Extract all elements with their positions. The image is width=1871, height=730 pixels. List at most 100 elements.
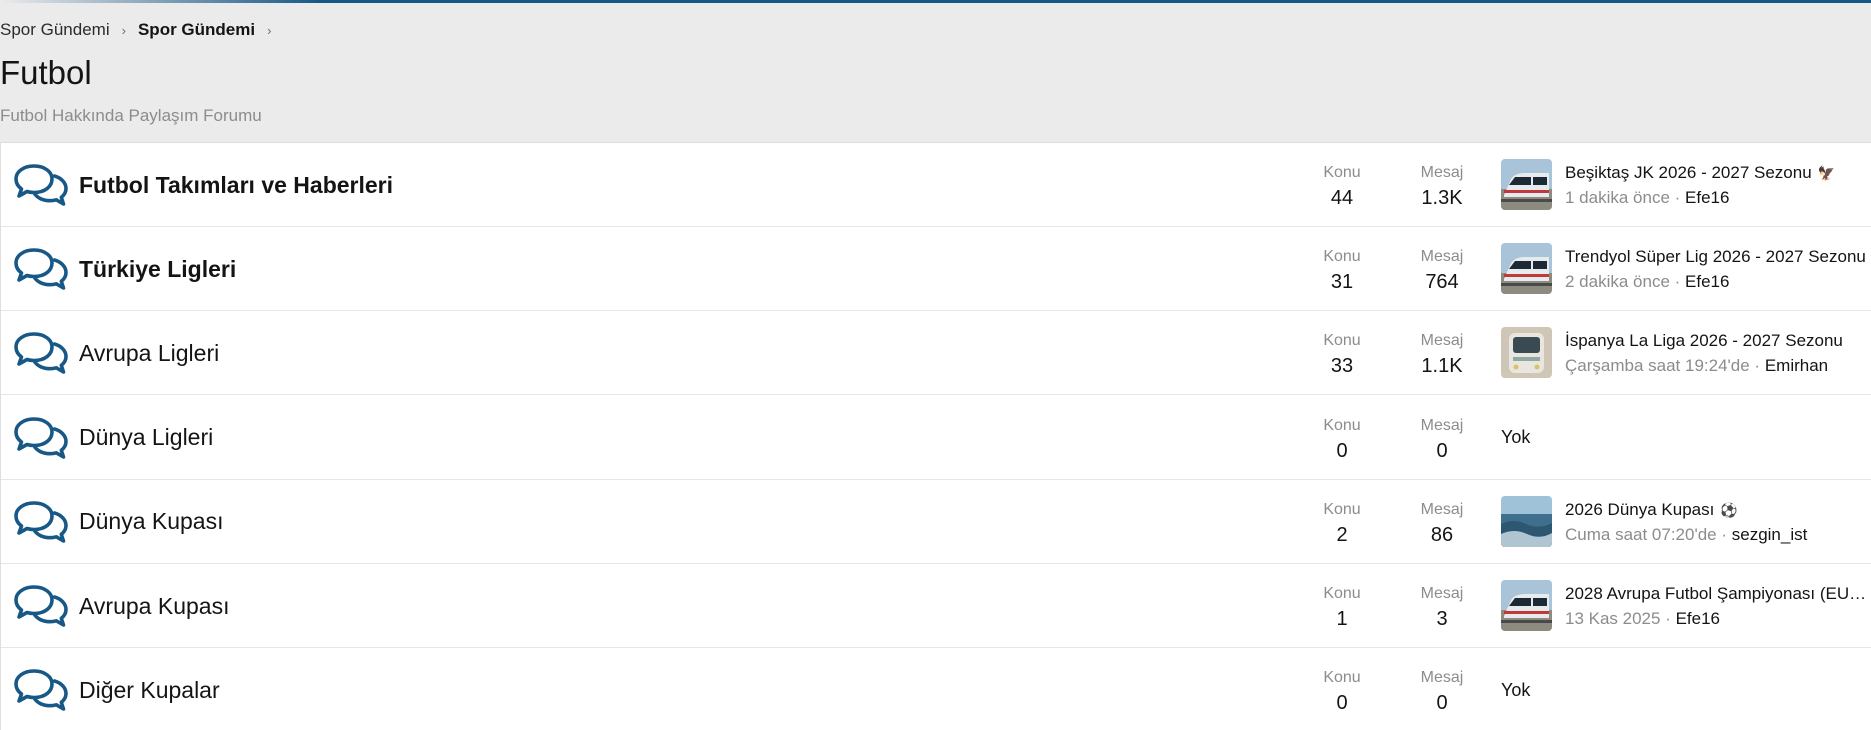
forum-node-row: Futbol Takımları ve Haberleri Konu 44 Mesaj…	[1, 143, 1871, 227]
thread-count-label: Konu	[1323, 248, 1361, 266]
thread-count-value: 1	[1336, 608, 1348, 630]
forum-node-row: Avrupa Kupası Konu 1 Mesaj 3 2028 Avrupa Fut…	[1, 564, 1871, 648]
meta-separator: ·	[1660, 609, 1676, 628]
message-count-stat: Mesaj 86	[1387, 500, 1497, 548]
no-last-post: Yok	[1501, 427, 1531, 448]
top-accent-bar	[0, 0, 1871, 3]
user-avatar[interactable]	[1501, 327, 1552, 379]
thread-count-value: 33	[1330, 355, 1354, 378]
last-post-time[interactable]: Çarşamba saat 19:24'de	[1565, 356, 1750, 375]
breadcrumb-item-spor-gundemi[interactable]: Spor Gündemi	[0, 20, 110, 40]
thread-count-label: Konu	[1323, 332, 1361, 350]
thread-count-label: Konu	[1323, 500, 1361, 518]
last-post-meta: 13 Kas 2025 · Efe16	[1565, 608, 1871, 630]
message-count-value: 764	[1425, 271, 1459, 294]
thread-count-label: Konu	[1323, 585, 1361, 602]
last-post-username[interactable]: sezgin_ist	[1732, 525, 1808, 544]
last-post: 2026 Dünya Kupası ⚽ Cuma saat 07:20'de · s…	[1501, 495, 1871, 548]
message-count-stat: Mesaj 0	[1387, 668, 1497, 716]
last-post-time[interactable]: Cuma saat 07:20'de	[1565, 525, 1717, 544]
user-avatar[interactable]	[1501, 580, 1552, 631]
forum-node-row: Avrupa Ligleri Konu 33 Mesaj 1.1K İspanya La…	[1, 311, 1871, 396]
forum-node-title[interactable]: Dünya Ligleri	[79, 396, 213, 480]
message-count-label: Mesaj	[1420, 332, 1464, 350]
forum-chat-icon[interactable]	[14, 668, 68, 712]
user-avatar[interactable]	[1501, 159, 1552, 210]
last-post-title[interactable]: Trendyol Süper Lig 2026 - 2027 Sezonu	[1565, 247, 1866, 266]
last-post-time[interactable]: 1 dakika önce	[1565, 188, 1670, 207]
thread-count-label: Konu	[1323, 164, 1361, 181]
forum-node-title[interactable]: Futbol Takımları ve Haberleri	[79, 143, 393, 227]
forum-node-list: Futbol Takımları ve Haberleri Konu 44 Mesaj…	[0, 142, 1871, 730]
forum-node-row: Diğer Kupalar Konu 0 Mesaj 0 Yok	[1, 648, 1871, 730]
last-post-time[interactable]: 13 Kas 2025	[1565, 609, 1660, 628]
thread-count-stat: Konu 44	[1287, 163, 1397, 211]
message-count-label: Mesaj	[1420, 164, 1464, 181]
last-post-meta: Çarşamba saat 19:24'de · Emirhan	[1565, 355, 1871, 377]
message-count-label: Mesaj	[1420, 248, 1464, 266]
last-post-username[interactable]: Efe16	[1685, 188, 1729, 207]
thread-count-stat: Konu 0	[1287, 416, 1397, 464]
forum-chat-icon[interactable]	[14, 416, 68, 460]
last-post-title-row: Trendyol Süper Lig 2026 - 2027 Sezonu	[1565, 246, 1871, 268]
user-avatar[interactable]	[1501, 243, 1552, 295]
last-post-title[interactable]: Beşiktaş JK 2026 - 2027 Sezonu	[1565, 163, 1812, 182]
message-count-label: Mesaj	[1420, 585, 1464, 602]
last-post-title[interactable]: 2026 Dünya Kupası	[1565, 500, 1714, 519]
page-description: Futbol Hakkında Paylaşım Forumu	[0, 106, 262, 125]
message-count-stat: Mesaj 3	[1387, 584, 1497, 632]
message-count-value: 3	[1436, 608, 1448, 630]
last-post-title-row: 2026 Dünya Kupası ⚽	[1565, 499, 1871, 521]
page-title: Futbol	[0, 54, 92, 91]
no-last-post: Yok	[1501, 679, 1531, 700]
forum-node-title[interactable]: Türkiye Ligleri	[79, 227, 236, 311]
last-post-emoji: 🦅	[1817, 165, 1836, 181]
thread-count-label: Konu	[1323, 669, 1361, 687]
message-count-value: 86	[1430, 523, 1454, 546]
last-post-username[interactable]: Emirhan	[1765, 356, 1828, 375]
last-post: İspanya La Liga 2026 - 2027 Sezonu Çarşam…	[1501, 327, 1871, 379]
forum-chat-icon[interactable]	[14, 584, 68, 628]
last-post: 2028 Avrupa Futbol Şampiyonası (EURO 202…	[1501, 580, 1871, 632]
message-count-value: 1.3K	[1421, 187, 1463, 209]
message-count-stat: Mesaj 0	[1387, 416, 1497, 464]
meta-separator: ·	[1669, 272, 1686, 292]
thread-count-value: 0	[1336, 439, 1348, 462]
forum-node-row: Türkiye Ligleri Konu 31 Mesaj 764 Trendyol S…	[1, 227, 1871, 312]
breadcrumb-item-spor-gundemi-current[interactable]: Spor Gündemi	[138, 20, 255, 40]
last-post-title-row: 2028 Avrupa Futbol Şampiyonası (EURO 202…	[1565, 583, 1871, 605]
forum-node-title[interactable]: Avrupa Ligleri	[79, 311, 219, 395]
forum-node-title[interactable]: Diğer Kupalar	[79, 648, 220, 730]
last-post: Beşiktaş JK 2026 - 2027 Sezonu 🦅 1 dakika …	[1501, 159, 1871, 211]
forum-node-title[interactable]: Dünya Kupası	[79, 480, 223, 564]
last-post-meta: Cuma saat 07:20'de · sezgin_ist	[1565, 524, 1871, 546]
message-count-value: 1.1K	[1421, 355, 1463, 378]
user-avatar[interactable]	[1501, 495, 1552, 547]
breadcrumb: Spor Gündemi › Spor Gündemi ›	[0, 18, 283, 42]
message-count-label: Mesaj	[1420, 669, 1464, 687]
forum-node-row: Dünya Ligleri Konu 0 Mesaj 0 Yok	[1, 395, 1871, 480]
thread-count-value: 0	[1336, 692, 1348, 715]
forum-node-title[interactable]: Avrupa Kupası	[79, 564, 229, 648]
forum-chat-icon[interactable]	[14, 247, 68, 291]
meta-separator: ·	[1716, 524, 1732, 544]
last-post-emoji: ⚽	[1720, 501, 1738, 518]
last-post-username[interactable]: Efe16	[1685, 272, 1729, 291]
last-post-title[interactable]: 2028 Avrupa Futbol Şampiyonası (EURO 202…	[1565, 584, 1871, 603]
message-count-stat: Mesaj 764	[1387, 247, 1497, 295]
forum-chat-icon[interactable]	[14, 163, 68, 207]
last-post-time[interactable]: 2 dakika önce	[1565, 272, 1670, 291]
last-post-username[interactable]: Efe16	[1676, 609, 1720, 628]
thread-count-stat: Konu 2	[1287, 500, 1397, 548]
last-post-meta: 1 dakika önce · Efe16	[1565, 187, 1871, 209]
last-post-title[interactable]: İspanya La Liga 2026 - 2027 Sezonu	[1565, 331, 1843, 350]
forum-chat-icon[interactable]	[14, 500, 68, 544]
thread-count-stat: Konu 31	[1287, 247, 1397, 295]
message-count-stat: Mesaj 1.1K	[1387, 331, 1497, 379]
forum-chat-icon[interactable]	[14, 331, 68, 375]
thread-count-stat: Konu 1	[1287, 584, 1397, 632]
thread-count-value: 31	[1330, 271, 1354, 294]
thread-count-label: Konu	[1323, 416, 1361, 434]
message-count-label: Mesaj	[1420, 416, 1464, 434]
thread-count-stat: Konu 0	[1287, 668, 1397, 716]
